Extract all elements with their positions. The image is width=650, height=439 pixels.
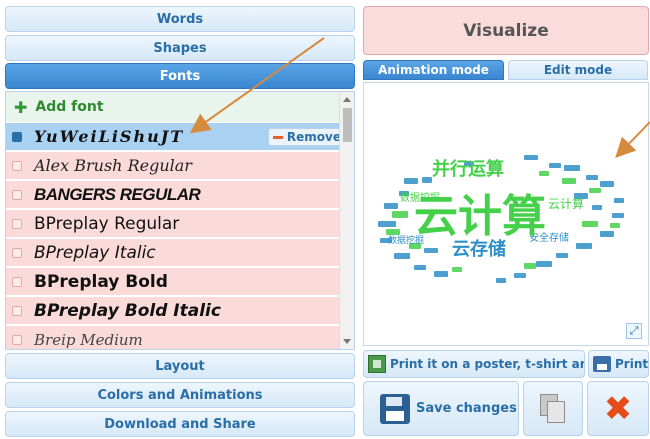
annotation-arrow (189, 37, 650, 158)
app-root: Words Shapes Fonts ✚ Add font YuWeiLiShu… (0, 0, 650, 439)
